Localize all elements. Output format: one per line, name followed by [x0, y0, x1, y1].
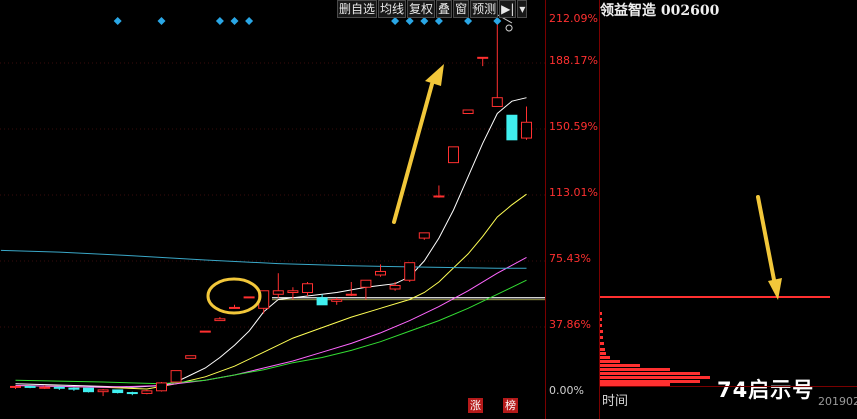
signal-diamond — [464, 17, 473, 25]
y-axis: 212.09% 188.17% 150.59% 113.01% 75.43% 3… — [545, 0, 600, 419]
y-tick-label: 37.86% — [549, 318, 591, 331]
signal-diamond — [113, 17, 122, 25]
candle — [316, 297, 328, 306]
candle — [404, 262, 416, 281]
candle — [287, 290, 299, 294]
candle — [418, 232, 430, 239]
candle — [156, 382, 167, 392]
brand-watermark: 74启示号 — [717, 378, 815, 402]
candle — [243, 296, 255, 299]
ma-line-ma5 — [15, 97, 527, 388]
candle — [462, 109, 474, 114]
profile-bar — [600, 324, 602, 327]
candle — [229, 306, 240, 309]
y-tick-label: 75.43% — [549, 252, 591, 265]
profile-bar — [600, 360, 620, 363]
signal-diamond — [405, 17, 414, 25]
candle — [521, 121, 532, 139]
signal-diamond — [493, 17, 502, 25]
candle — [477, 56, 489, 59]
candle — [433, 195, 445, 198]
candle — [448, 146, 459, 164]
candle — [214, 318, 226, 322]
profile-bar — [600, 342, 604, 345]
date-readout: 201902 — [818, 395, 857, 408]
signal-diamond — [391, 17, 400, 25]
forecast-button[interactable]: 预测 — [470, 0, 499, 18]
candle — [24, 385, 36, 388]
candle — [112, 389, 124, 394]
candle — [331, 299, 343, 302]
panel-divider — [599, 386, 857, 387]
candle — [141, 390, 153, 394]
profile-bar — [600, 356, 610, 359]
chip-distribution-panel: 领益智造 002600 时间 74启示号 201902 — [599, 0, 857, 419]
profile-bar — [600, 330, 603, 333]
remove-watchlist-button[interactable]: 删自选 — [337, 0, 378, 18]
annotation-arrow-head — [425, 64, 444, 86]
candle — [491, 97, 503, 107]
ma-line-ma_long — [0, 249, 527, 269]
candle — [97, 389, 109, 393]
y-tick-label: 0.00% — [549, 384, 584, 397]
candle — [272, 290, 284, 295]
signal-diamond — [245, 17, 254, 25]
expand-panel-button[interactable]: ▶| — [499, 0, 517, 18]
candle — [360, 279, 372, 288]
profile-bar — [600, 368, 670, 371]
toolbar-dropdown-button[interactable]: ▾ — [517, 0, 528, 18]
profile-bar — [600, 380, 700, 383]
profile-bar — [600, 318, 602, 321]
profile-bar — [600, 352, 606, 355]
candle — [389, 284, 401, 290]
ranking-tag[interactable]: 榜 — [503, 398, 518, 413]
chart-toolbar: 删自选 均线 复权 叠 窗 预测 ▶| ▾ — [337, 0, 528, 18]
candle — [68, 387, 80, 390]
signal-diamond — [215, 17, 224, 25]
profile-bar — [600, 312, 602, 315]
candle — [10, 385, 21, 388]
limit-up-tag[interactable]: 涨 — [468, 398, 483, 413]
candle — [170, 370, 182, 383]
candle — [39, 386, 51, 389]
annotation-arrow — [756, 195, 777, 287]
moving-average-button[interactable]: 均线 — [378, 0, 407, 18]
candle — [345, 293, 357, 296]
candle — [53, 386, 65, 389]
profile-bar — [600, 348, 605, 351]
ma-line-ma30 — [15, 279, 527, 385]
candle — [375, 270, 386, 276]
window-button[interactable]: 窗 — [453, 0, 470, 18]
profile-bar — [600, 372, 700, 375]
signal-diamond — [420, 17, 429, 25]
annotation-arrow — [392, 82, 434, 224]
y-tick-label: 150.59% — [549, 120, 598, 133]
y-tick-label: 113.01% — [549, 186, 598, 199]
candle — [83, 387, 94, 393]
candle — [199, 330, 211, 333]
signal-diamond — [157, 17, 166, 25]
adjust-price-button[interactable]: 复权 — [407, 0, 436, 18]
overlay-button[interactable]: 叠 — [436, 0, 453, 18]
stock-title: 领益智造 002600 — [600, 3, 720, 19]
candle — [506, 114, 518, 141]
signal-diamond — [434, 17, 443, 25]
ma-line-ma10 — [15, 193, 527, 390]
profile-bar — [600, 376, 710, 379]
candlestick-chart[interactable] — [0, 0, 545, 419]
candle — [302, 283, 313, 294]
volume-profile — [600, 195, 830, 386]
profile-bar — [600, 364, 640, 367]
peak-marker — [505, 24, 513, 32]
signal-diamond — [230, 17, 239, 25]
candle — [185, 355, 197, 359]
y-tick-label: 212.09% — [549, 12, 598, 25]
profile-bar — [600, 336, 603, 339]
candle — [126, 392, 138, 395]
time-label: 时间 — [602, 394, 629, 409]
y-tick-label: 188.17% — [549, 54, 598, 67]
